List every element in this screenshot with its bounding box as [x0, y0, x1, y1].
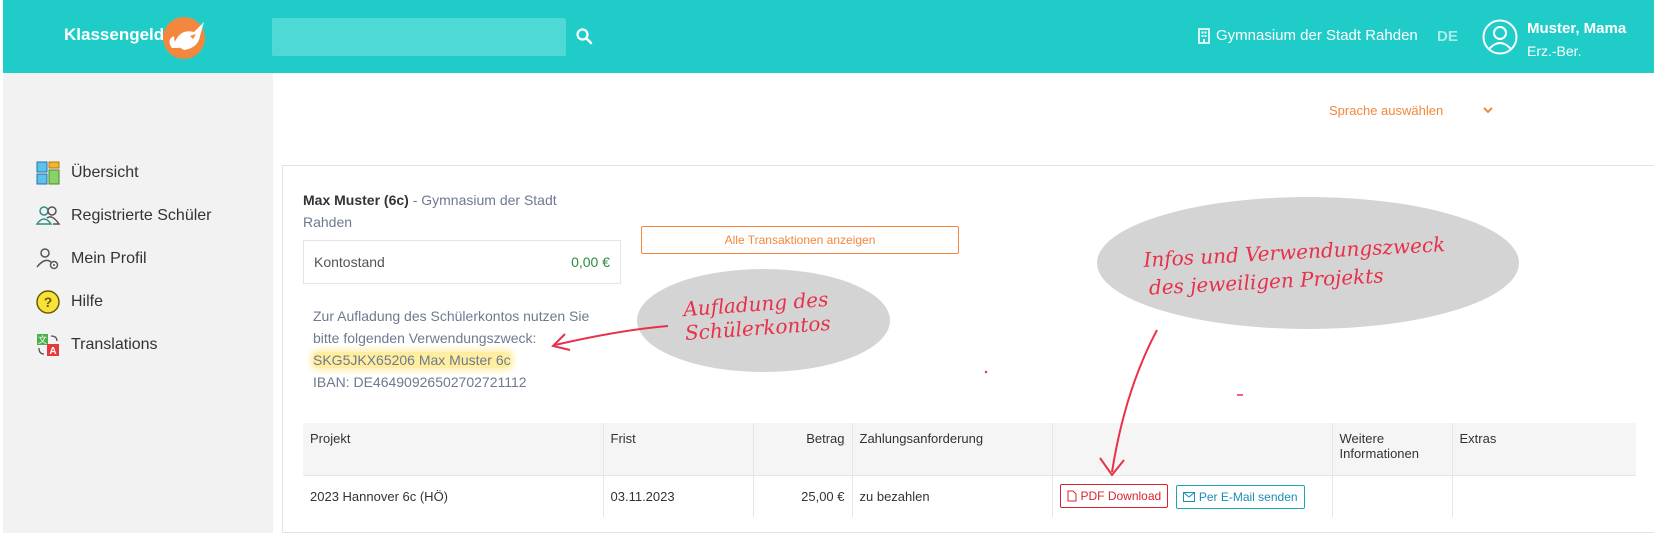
dashboard-icon — [36, 161, 60, 185]
pdf-download-button[interactable]: PDF Download — [1059, 483, 1169, 508]
actions-cell: PDF Download Per E-Mail senden — [1052, 474, 1333, 517]
balance-value: 0,00 € — [571, 254, 610, 270]
pdf-download-label: PDF Download — [1080, 488, 1162, 503]
extras-cell — [1452, 474, 1636, 517]
send-email-label: Per E-Mail senden — [1198, 489, 1298, 504]
user-role: Erz.-Ber. — [1527, 43, 1582, 59]
user-settings-icon — [36, 248, 59, 270]
sidebar-item-label: Hilfe — [71, 293, 104, 310]
topup-info: Zur Aufladung des Schülerkontos nutzen S… — [313, 305, 613, 393]
column-header: Extras — [1452, 423, 1636, 475]
sidebar-item-translations[interactable]: 文 A Translations — [35, 332, 158, 358]
send-email-button[interactable]: Per E-Mail senden — [1175, 484, 1305, 509]
fox-logo-icon[interactable] — [160, 14, 212, 60]
column-header: Frist — [603, 423, 754, 475]
translate-icon: 文 A — [37, 334, 59, 357]
sidebar-item-label: Registrierte Schüler — [71, 207, 212, 224]
column-header: Weitere Informationen — [1332, 423, 1453, 475]
users-icon — [35, 206, 61, 225]
project-cell: 2023 Hannover 6c (HÖ) — [303, 474, 604, 517]
user-name[interactable]: Muster, Mama — [1527, 20, 1626, 37]
sidebar-item-label: Übersicht — [71, 164, 139, 181]
svg-text:?: ? — [44, 294, 53, 310]
app-logo-text[interactable]: Klassengeld — [64, 25, 164, 45]
svg-text:A: A — [49, 346, 56, 357]
column-header — [1052, 423, 1333, 475]
table-row: 2023 Hannover 6c (HÖ) 03.11.2023 25,00 €… — [303, 474, 1636, 517]
more-info-cell — [1332, 474, 1453, 517]
language-switch[interactable]: DE — [1437, 28, 1458, 45]
sidebar-item-help[interactable]: ? Hilfe — [35, 289, 103, 315]
language-select[interactable]: Sprache auswählen — [1329, 103, 1443, 118]
help-icon: ? — [36, 290, 60, 314]
iban: IBAN: DE46490926502702721112 — [313, 374, 527, 390]
sidebar-item-profile[interactable]: Mein Profil — [35, 246, 147, 272]
balance-label: Kontostand — [314, 254, 385, 270]
sidebar-item-label: Mein Profil — [71, 250, 147, 267]
student-heading: Max Muster (6c) - Gymnasium der Stadt Ra… — [303, 189, 573, 233]
sidebar-item-registered-students[interactable]: Registrierte Schüler — [35, 203, 212, 229]
school-selector[interactable]: Gymnasium der Stadt Rahden — [1198, 27, 1418, 44]
search-icon[interactable] — [575, 27, 593, 45]
sidebar-item-label: Translations — [71, 336, 158, 353]
building-icon — [1198, 27, 1210, 44]
table-header-row: Projekt Frist Betrag Zahlungsanforderung… — [303, 423, 1636, 475]
column-header: Betrag — [753, 423, 853, 475]
student-name: Max Muster (6c) — [303, 192, 409, 208]
annotation-topup-text: Aufladung des Schülerkontos — [683, 287, 832, 345]
deadline-cell: 03.11.2023 — [603, 474, 754, 517]
envelope-icon — [1182, 491, 1195, 502]
chevron-down-icon[interactable] — [1481, 103, 1495, 117]
search-input[interactable] — [272, 18, 566, 56]
column-header: Projekt — [303, 423, 604, 475]
info-text-line2: bitte folgenden Verwendungszweck: — [313, 330, 537, 346]
svg-text:文: 文 — [38, 334, 47, 345]
projects-table: Projekt Frist Betrag Zahlungsanforderung… — [303, 423, 1636, 517]
payment-status-cell: zu bezahlen — [852, 474, 1053, 517]
pdf-file-icon — [1067, 490, 1076, 501]
user-avatar-icon[interactable] — [1482, 19, 1518, 55]
balance-box: Kontostand 0,00 € — [303, 240, 621, 284]
info-text-line1: Zur Aufladung des Schülerkontos nutzen S… — [313, 308, 590, 324]
column-header: Zahlungsanforderung — [852, 423, 1053, 475]
sidebar-item-overview[interactable]: Übersicht — [35, 160, 139, 186]
amount-cell: 25,00 € — [753, 474, 853, 517]
all-transactions-button[interactable]: Alle Transaktionen anzeigen — [641, 226, 959, 254]
school-name: Gymnasium der Stadt Rahden — [1216, 27, 1418, 44]
payment-reference: SKG5JKX65206 Max Muster 6c — [313, 352, 511, 368]
